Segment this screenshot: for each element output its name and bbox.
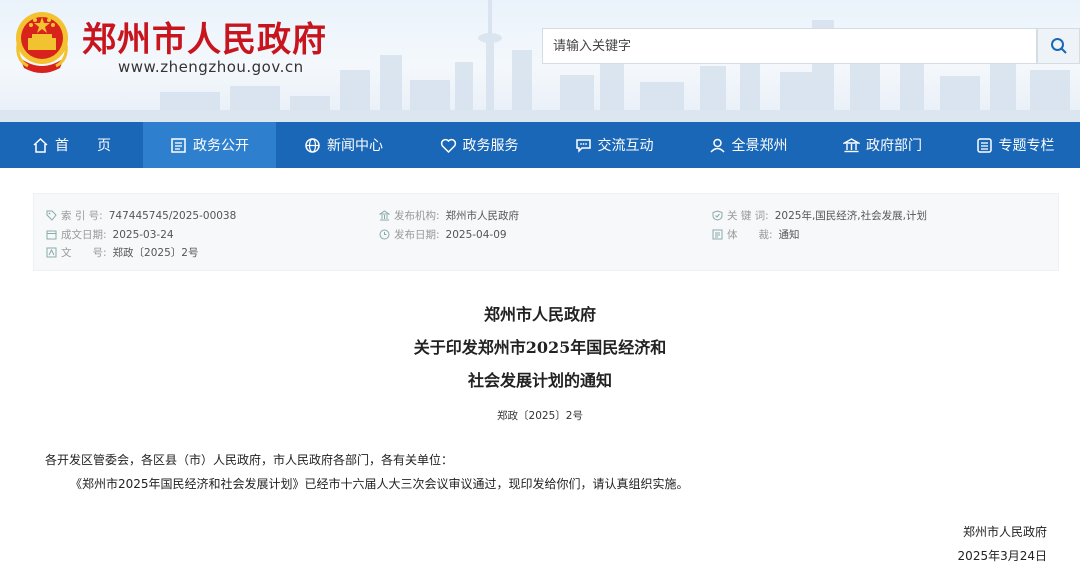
meta-date-created: 成文日期: 2025-03-24	[46, 227, 174, 242]
main-nav: 首 页 政务公开 新闻中心 政务服务 交流互动 全景郑州 政府部门 专题专栏	[0, 122, 1080, 168]
document-number: 郑政〔2025〕2号	[497, 410, 583, 422]
nav-item-government-affairs[interactable]: 政务公开	[143, 122, 276, 168]
meta-doc-number: 文 号: 郑政〔2025〕2号	[46, 245, 198, 260]
nav-item-interaction[interactable]: 交流互动	[547, 122, 681, 168]
meta-publish-date: 发布日期: 2025-04-09	[379, 227, 507, 242]
document-date: 2025年3月24日	[957, 549, 1047, 563]
nav-item-departments[interactable]: 政府部门	[815, 122, 950, 168]
search-input[interactable]	[542, 28, 1037, 64]
document-metadata: 索 引 号: 747445745/2025-00038 成文日期: 2025-0…	[33, 193, 1059, 271]
nav-label: 交流互动	[597, 138, 654, 154]
list-icon	[976, 137, 992, 153]
globe-icon	[305, 137, 320, 153]
calendar-icon	[46, 230, 57, 240]
clock-icon	[379, 229, 390, 240]
meta-value: 郑政〔2025〕2号	[112, 247, 199, 259]
meta-label: 成文日期:	[61, 229, 107, 241]
shield-check-icon	[712, 210, 723, 221]
building-icon	[379, 210, 390, 221]
nav-label: 政府部门	[866, 138, 922, 154]
site-url[interactable]: www.zhengzhou.gov.cn	[118, 58, 304, 76]
meta-publisher: 发布机构: 郑州市人民政府	[379, 208, 519, 223]
site-title[interactable]: 郑州市人民政府	[82, 12, 327, 61]
nav-label: 专题专栏	[998, 138, 1055, 154]
search-icon	[1050, 38, 1067, 54]
document-title-line-2: 关于印发郑州市2025年国民经济和	[413, 338, 667, 357]
header-banner: 郑州市人民政府 www.zhengzhou.gov.cn	[0, 0, 1080, 122]
tag-icon	[46, 210, 57, 221]
home-icon	[33, 137, 48, 153]
meta-label: 发布日期:	[394, 229, 440, 241]
nav-label: 首 页	[55, 138, 111, 154]
meta-value: 2025-04-09	[445, 228, 507, 241]
national-emblem-icon	[16, 12, 68, 73]
meta-label: 关 键 词:	[727, 210, 769, 222]
chat-icon	[575, 138, 591, 153]
meta-value: 2025-03-24	[112, 228, 174, 241]
nav-label: 政务服务	[462, 138, 519, 154]
nav-item-topics[interactable]: 专题专栏	[950, 122, 1080, 168]
nav-item-news[interactable]: 新闻中心	[276, 122, 411, 168]
nav-label: 全景郑州	[731, 138, 788, 154]
document-salutation: 各开发区管委会，各区县（市）人民政府，市人民政府各部门，各有关单位：	[45, 453, 454, 467]
search-button[interactable]	[1037, 28, 1080, 64]
document-title-line-3: 社会发展计划的通知	[467, 371, 612, 390]
meta-value: 郑州市人民政府	[445, 210, 520, 222]
meta-label: 索 引 号:	[61, 210, 103, 222]
meta-value: 747445745/2025-00038	[108, 209, 237, 222]
nav-label: 新闻中心	[327, 138, 383, 154]
heart-icon	[440, 138, 456, 153]
nav-item-panorama[interactable]: 全景郑州	[681, 122, 815, 168]
meta-label: 体 裁:	[727, 229, 773, 241]
document-icon	[712, 229, 723, 240]
meta-keywords: 关 键 词: 2025年,国民经济,社会发展,计划	[712, 208, 927, 223]
document-title-line-1: 郑州市人民政府	[483, 305, 596, 324]
nav-item-services[interactable]: 政务服务	[411, 122, 547, 168]
search-bar	[542, 28, 1080, 64]
meta-value: 2025年,国民经济,社会发展,计划	[774, 210, 927, 222]
document-signature: 郑州市人民政府	[962, 525, 1047, 539]
document-icon	[171, 137, 186, 153]
document-body: 《郑州市2025年国民经济和社会发展计划》已经市十六届人大三次会议审议通过，现印…	[70, 477, 689, 491]
meta-label: 发布机构:	[394, 210, 440, 222]
nav-label: 政务公开	[193, 138, 249, 154]
user-location-icon	[709, 138, 725, 153]
nav-item-home[interactable]: 首 页	[0, 122, 143, 168]
meta-label: 文 号:	[61, 247, 107, 259]
text-icon	[46, 247, 57, 258]
meta-genre: 体 裁: 通知	[712, 227, 800, 242]
meta-index: 索 引 号: 747445745/2025-00038	[46, 208, 236, 223]
building-icon	[843, 137, 860, 152]
meta-value: 通知	[778, 229, 800, 241]
